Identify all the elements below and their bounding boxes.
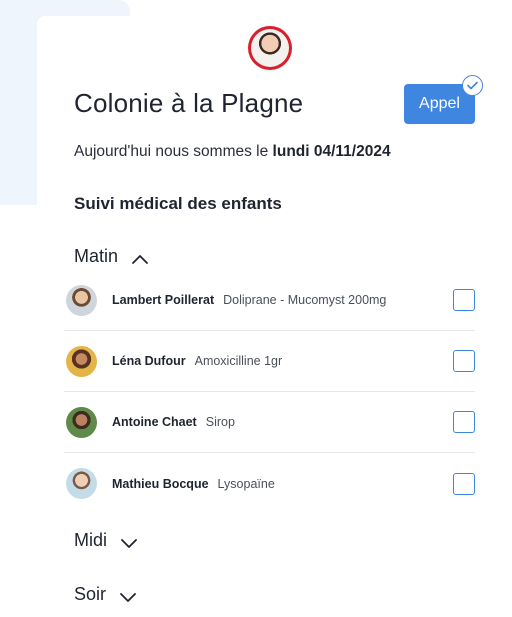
medication-text: Sirop [205, 415, 235, 429]
child-avatar [66, 284, 97, 316]
user-avatar-photo [251, 29, 289, 67]
section-title: Suivi médical des enfants [74, 194, 282, 213]
medication-row-1: Lambert Poillerat Doliprane - Mucomyst 2… [64, 270, 475, 331]
chevron-down-icon [119, 534, 139, 548]
chevron-up-icon [130, 250, 150, 264]
given-checkbox[interactable] [453, 411, 475, 433]
medication-text: Lysopaïne [217, 476, 275, 491]
user-avatar[interactable] [248, 26, 292, 70]
medication-row-3: Antoine Chaet Sirop [64, 392, 475, 453]
period-label-midi: Midi [74, 530, 108, 550]
period-toggle-soir[interactable]: Soir [74, 584, 138, 605]
period-toggle-matin[interactable]: Matin [74, 246, 150, 267]
child-name: Lambert Poillerat [112, 293, 215, 307]
child-name: Léna Dufour [112, 354, 186, 368]
given-checkbox[interactable] [453, 289, 475, 311]
page-title: Colonie à la Plagne [74, 88, 304, 118]
child-name: Antoine Chaet [112, 415, 197, 429]
child-name: Mathieu Bocque [112, 476, 209, 491]
date-value: lundi 04/11/2024 [272, 143, 391, 160]
child-avatar [66, 406, 97, 438]
date-line: Aujourd'hui nous sommes le lundi 04/11/2… [74, 143, 391, 161]
medication-row-2: Léna Dufour Amoxicilline 1gr [64, 331, 475, 392]
medication-row-4: Mathieu Bocque Lysopaïne [64, 453, 475, 514]
period-toggle-midi[interactable]: Midi [74, 530, 139, 551]
date-prefix: Aujourd'hui nous sommes le [74, 143, 269, 160]
medication-text: Amoxicilline 1gr [194, 354, 283, 368]
period-label-matin: Matin [74, 246, 119, 266]
given-checkbox[interactable] [453, 472, 475, 495]
child-avatar [66, 468, 97, 499]
period-label-soir: Soir [74, 584, 107, 604]
given-checkbox[interactable] [453, 350, 475, 372]
check-icon [462, 75, 483, 96]
chevron-down-icon [118, 588, 138, 602]
child-avatar [66, 345, 97, 377]
medication-text: Doliprane - Mucomyst 200mg [223, 293, 387, 307]
